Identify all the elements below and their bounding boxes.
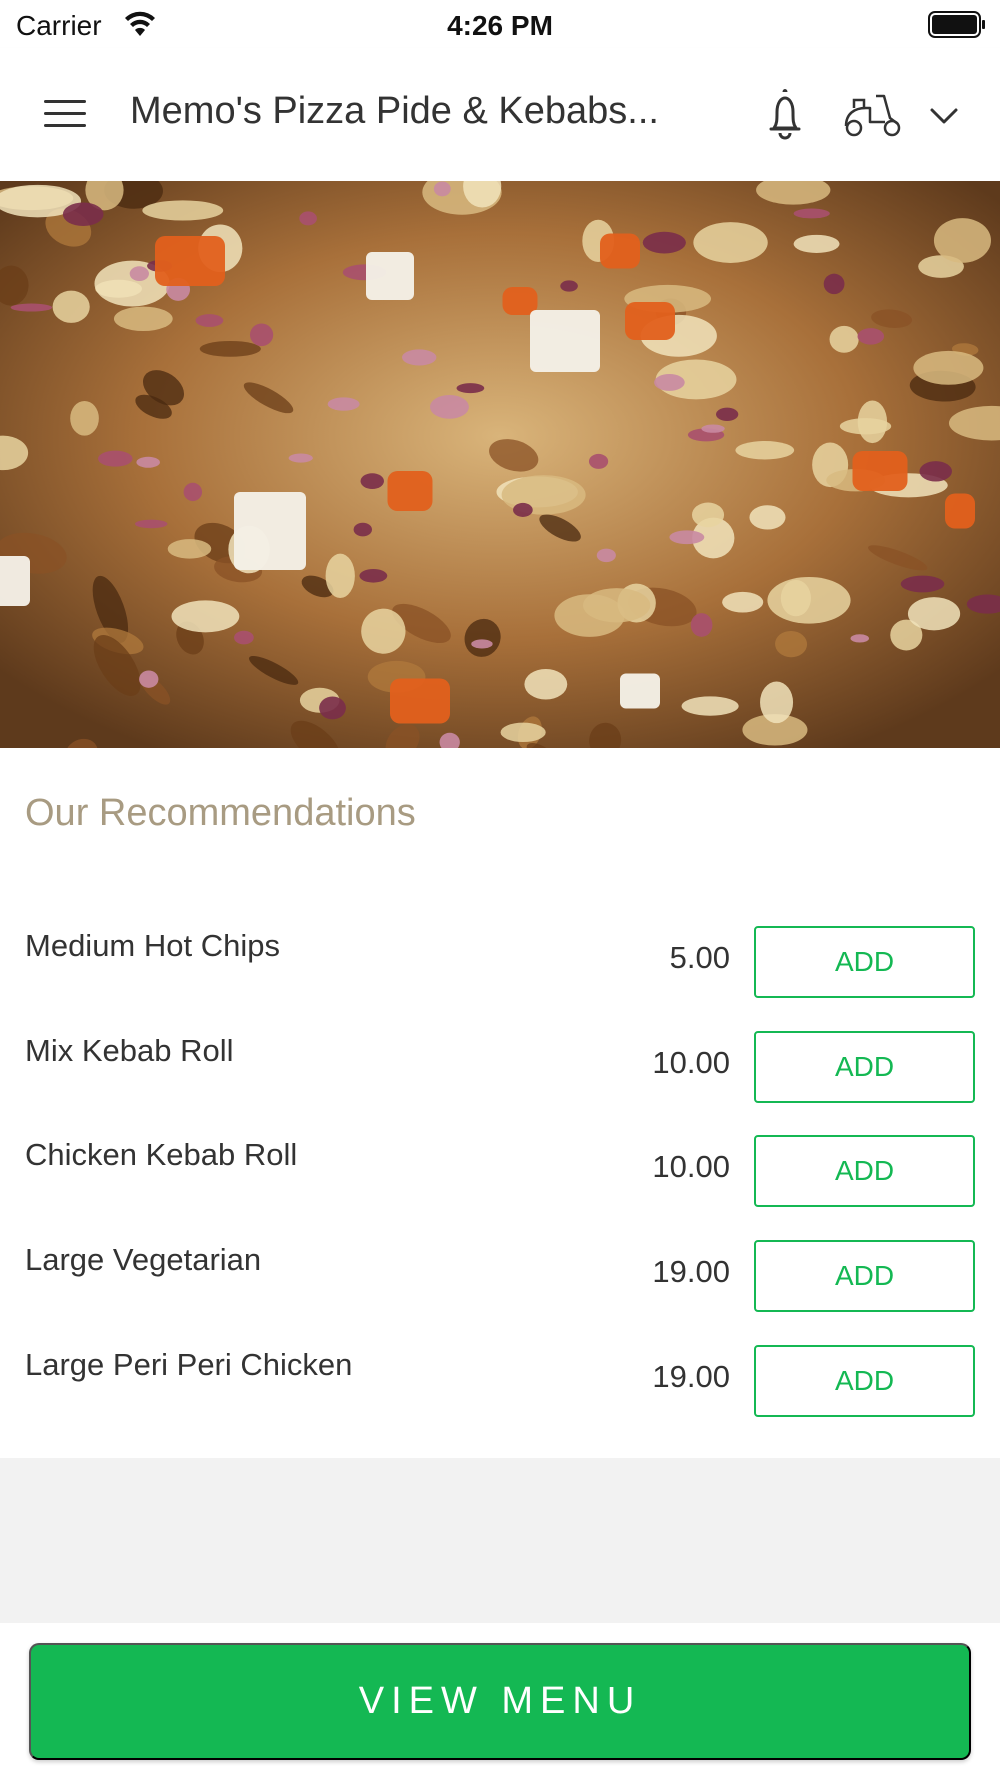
hero-image [0,181,1000,748]
item-price: 19.00 [652,1359,730,1394]
list-item: Medium Hot Chips 5.00 ADD [0,926,1000,1031]
item-price: 10.00 [652,1045,730,1080]
scooter-icon[interactable] [840,88,906,142]
status-time: 4:26 PM [447,10,553,41]
item-name: Mix Kebab Roll [25,1033,234,1068]
item-name: Large Peri Peri Chicken [25,1347,353,1382]
bell-icon[interactable] [754,86,816,144]
view-menu-button[interactable]: VIEW MENU [29,1643,971,1760]
add-button[interactable]: ADD [754,1345,975,1417]
battery-icon [928,11,985,38]
item-price: 5.00 [669,940,730,975]
list-item: Large Vegetarian 19.00 ADD [0,1240,1000,1345]
item-name: Chicken Kebab Roll [25,1137,298,1172]
chevron-down-icon[interactable] [924,96,964,136]
add-button[interactable]: ADD [754,1240,975,1312]
status-bar: Carrier 4:26 PM [0,0,1000,48]
add-button[interactable]: ADD [754,1135,975,1207]
nav-header: Memo's Pizza Pide & Kebabs... [0,48,1000,181]
bottom-bar: VIEW MENU [0,1623,1000,1778]
list-item: Mix Kebab Roll 10.00 ADD [0,1031,1000,1136]
item-price: 10.00 [652,1149,730,1184]
menu-button[interactable] [36,92,96,136]
recommendations-section: Our Recommendations Medium Hot Chips 5.0… [0,748,1000,1458]
list-item: Chicken Kebab Roll 10.00 ADD [0,1135,1000,1240]
add-button[interactable]: ADD [754,926,975,998]
restaurant-title: Memo's Pizza Pide & Kebabs... [130,90,659,132]
add-button[interactable]: ADD [754,1031,975,1103]
item-name: Large Vegetarian [25,1242,262,1277]
list-item: Large Peri Peri Chicken 19.00 ADD [0,1345,1000,1450]
recommendations-title: Our Recommendations [25,792,416,834]
item-price: 19.00 [652,1254,730,1289]
item-name: Medium Hot Chips [25,928,280,963]
